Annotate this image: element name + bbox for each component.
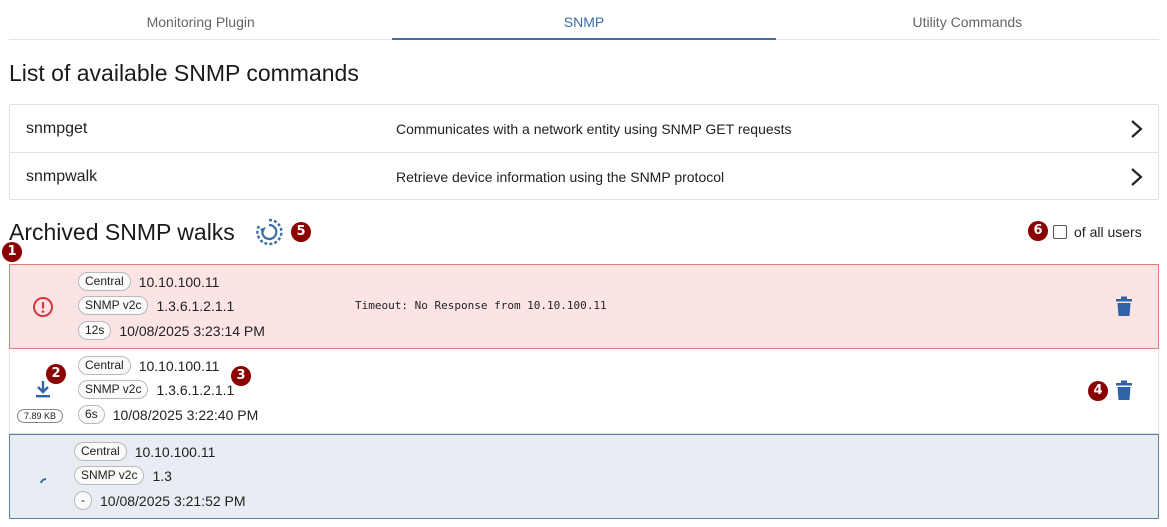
archive-title: Archived SNMP walks (9, 219, 235, 245)
callout-marker-2: 2 (46, 364, 66, 384)
host-value: 10.10.100.11 (138, 357, 220, 374)
chevron-right-icon (1131, 120, 1143, 138)
all-users-label: of all users (1074, 224, 1142, 240)
oid-value: 1.3 (152, 467, 172, 484)
tab-snmp[interactable]: SNMP (392, 0, 776, 40)
refresh-icon[interactable] (254, 217, 284, 247)
file-size-badge: 7.89 KB (17, 409, 64, 423)
host-value: 10.10.100.11 (138, 273, 220, 290)
command-name: snmpwalk (26, 168, 98, 185)
error-message: Timeout: No Response from 10.10.100.11 (355, 299, 607, 312)
duration-chip: 12s (78, 321, 112, 340)
version-chip: SNMP v2c (74, 466, 145, 485)
timestamp-value: 10/08/2025 3:23:14 PM (119, 322, 265, 339)
command-description: Retrieve device information using the SN… (396, 169, 725, 185)
callout-marker-1: 1 (2, 242, 22, 262)
all-users-toggle[interactable]: of all users (1053, 224, 1142, 240)
command-list: snmpget Communicates with a network enti… (9, 104, 1159, 200)
walk-item-running[interactable]: Central 10.10.100.11 SNMP v2c 1.3 - 10/0… (9, 434, 1159, 519)
callout-marker-5: 5 (291, 222, 311, 242)
trash-icon[interactable] (1116, 296, 1132, 316)
command-row-snmpwalk[interactable]: snmpwalk Retrieve device information usi… (10, 153, 1158, 199)
duration-chip: 6s (78, 405, 105, 424)
commands-title: List of available SNMP commands (9, 60, 359, 86)
tab-utility-commands[interactable]: Utility Commands (776, 0, 1159, 39)
chevron-right-icon (1131, 168, 1143, 186)
callout-marker-3: 3 (231, 366, 251, 386)
tab-bar: Monitoring Plugin SNMP Utility Commands (9, 0, 1159, 40)
duration-chip: - (74, 491, 92, 510)
timestamp-value: 10/08/2025 3:22:40 PM (112, 406, 259, 423)
alert-circle-icon (33, 297, 53, 317)
callout-marker-4: 4 (1088, 381, 1108, 401)
command-row-snmpget[interactable]: snmpget Communicates with a network enti… (10, 105, 1158, 153)
version-chip: SNMP v2c (78, 380, 149, 399)
tab-monitoring-plugin[interactable]: Monitoring Plugin (9, 0, 392, 39)
timestamp-value: 10/08/2025 3:21:52 PM (100, 492, 246, 509)
command-name: snmpget (26, 120, 88, 137)
host-value: 10.10.100.11 (134, 443, 216, 460)
download-icon[interactable] (35, 380, 51, 398)
all-users-checkbox[interactable] (1053, 225, 1067, 239)
oid-value: 1.3.6.1.2.1.1 (156, 297, 235, 314)
command-description: Communicates with a network entity using… (396, 121, 792, 137)
location-chip: Central (78, 272, 131, 291)
location-chip: Central (74, 442, 127, 461)
walk-item-error[interactable]: Central 10.10.100.11 SNMP v2c 1.3.6.1.2.… (9, 264, 1159, 349)
walk-item-completed[interactable]: 7.89 KB Central 10.10.100.11 SNMP v2c 1.… (9, 349, 1159, 434)
callout-marker-6: 6 (1028, 221, 1048, 241)
oid-value: 1.3.6.1.2.1.1 (156, 381, 235, 398)
spinner-icon (40, 478, 47, 484)
version-chip: SNMP v2c (78, 296, 149, 315)
location-chip: Central (78, 356, 131, 375)
trash-icon[interactable] (1116, 380, 1132, 400)
